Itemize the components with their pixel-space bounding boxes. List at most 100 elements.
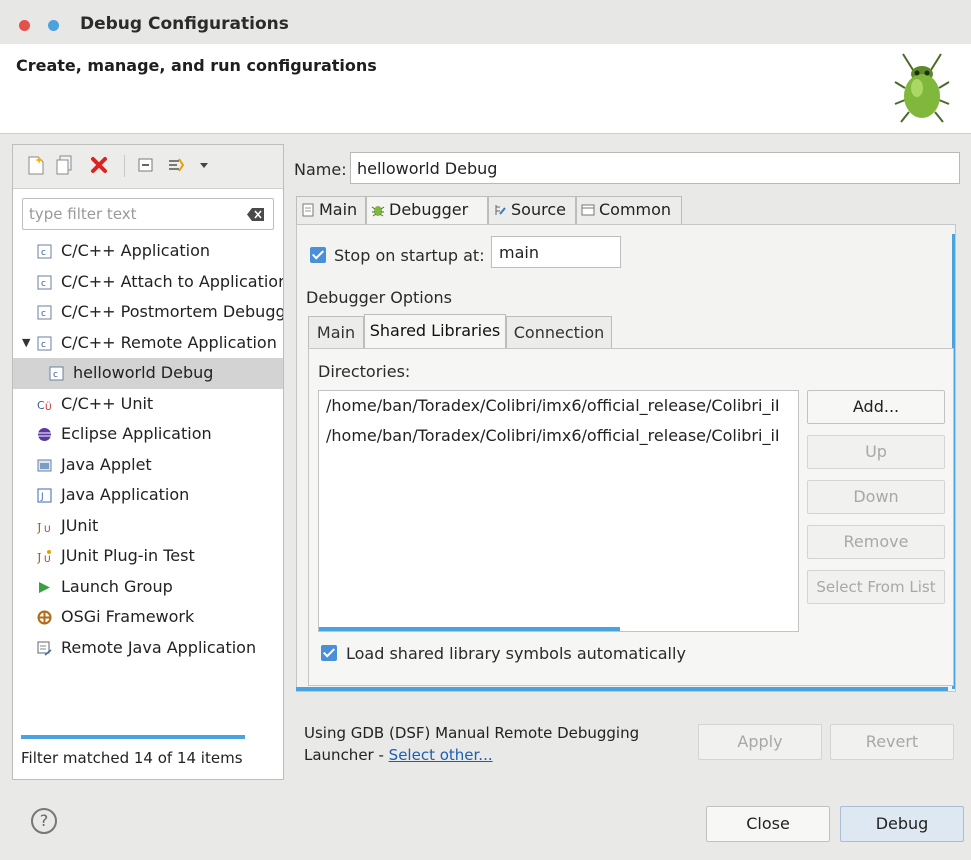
svg-text:C: C <box>37 399 45 412</box>
directories-hscrollbar[interactable] <box>319 627 620 631</box>
close-window-button[interactable] <box>19 20 30 31</box>
tree-item[interactable]: c C/C++ Attach to Applicatior <box>13 267 283 298</box>
tab-content-hscrollbar[interactable] <box>296 687 948 691</box>
tree-item[interactable]: ▼ c C/C++ Remote Application <box>13 328 283 359</box>
collapse-all-icon[interactable] <box>137 155 155 175</box>
tab-common[interactable]: Common <box>576 196 682 224</box>
tree-item[interactable]: C Ü C/C++ Unit <box>13 389 283 420</box>
select-other-link[interactable]: Select other... <box>389 746 493 764</box>
stop-on-startup-field[interactable] <box>491 236 621 268</box>
config-tree: c C/C++ Application c C/C++ Attach to Appli… <box>13 236 283 663</box>
debugger-tab-icon <box>371 206 385 217</box>
name-field[interactable] <box>350 152 960 184</box>
tab-source[interactable]: Source <box>488 196 576 224</box>
tree-item[interactable]: J U JUnit <box>13 511 283 542</box>
tab-debugger-label: Debugger <box>389 200 469 219</box>
tree-item-label: C/C++ Attach to Applicatior <box>61 271 283 291</box>
load-symbols-checkbox[interactable] <box>321 645 337 661</box>
osgi-icon <box>37 610 52 625</box>
junit-icon: JU <box>37 521 51 534</box>
expand-twisty-icon[interactable]: ▼ <box>22 328 30 358</box>
directories-list[interactable]: /home/ban/Toradex/Colibri/imx6/official_… <box>318 390 799 632</box>
dialog-header: Create, manage, and run configurations <box>0 44 971 134</box>
filter-box <box>22 198 274 230</box>
tree-item[interactable]: OSGi Framework <box>13 602 283 633</box>
eclipse-icon <box>38 428 51 441</box>
down-button[interactable]: Down <box>807 480 945 514</box>
svg-text:c: c <box>53 370 58 380</box>
tree-item[interactable]: c helloworld Debug <box>13 358 283 389</box>
tree-item-label: Eclipse Application <box>61 424 212 443</box>
svg-text:J: J <box>37 551 41 564</box>
junit-plugin-icon: JU <box>37 550 51 564</box>
name-label: Name: <box>294 160 347 179</box>
apply-button[interactable]: Apply <box>698 724 822 760</box>
launcher-info: Using GDB (DSF) Manual Remote Debugging … <box>304 722 639 766</box>
revert-button[interactable]: Revert <box>830 724 954 760</box>
c-app-icon: c <box>37 305 52 320</box>
filter-status: Filter matched 14 of 14 items <box>21 749 243 767</box>
svg-text:c: c <box>41 279 46 289</box>
help-icon[interactable]: ? <box>31 808 57 834</box>
tree-item[interactable]: J Java Application <box>13 480 283 511</box>
svg-text:U: U <box>44 555 51 564</box>
svg-text:c: c <box>41 340 46 350</box>
config-tree-panel: c C/C++ Application c C/C++ Attach to Appli… <box>12 144 284 780</box>
title-bar: Debug Configurations <box>0 0 971 44</box>
subtab-shared-libraries[interactable]: Shared Libraries <box>364 314 506 348</box>
java-app-icon: J <box>37 488 52 503</box>
common-tab-icon <box>581 204 595 216</box>
directory-row[interactable]: /home/ban/Toradex/Colibri/imx6/official_… <box>319 421 798 451</box>
tree-toolbar <box>13 145 283 189</box>
tree-scrollbar[interactable] <box>21 735 245 739</box>
tree-item-label: Java Application <box>61 485 190 504</box>
source-tab-icon <box>495 205 506 215</box>
c-unit-icon: CÜ <box>37 399 52 412</box>
filter-input[interactable] <box>29 204 239 224</box>
directory-row[interactable]: /home/ban/Toradex/Colibri/imx6/official_… <box>319 391 798 421</box>
duplicate-icon[interactable] <box>55 155 73 175</box>
tab-source-label: Source <box>511 200 566 219</box>
select-from-list-button[interactable]: Select From List <box>807 570 945 604</box>
debug-button[interactable]: Debug <box>840 806 964 842</box>
launcher-line: Launcher - Select other... <box>304 744 639 766</box>
tab-main[interactable]: Main <box>296 196 366 224</box>
stop-on-startup-checkbox[interactable] <box>310 247 326 263</box>
close-button[interactable]: Close <box>706 806 830 842</box>
tree-item[interactable]: c C/C++ Application <box>13 236 283 267</box>
subtab-connection[interactable]: Connection <box>506 316 612 348</box>
load-symbols-label: Load shared library symbols automaticall… <box>346 644 686 663</box>
tree-item-label: helloworld Debug <box>73 363 214 382</box>
up-button[interactable]: Up <box>807 435 945 469</box>
tree-item-label: C/C++ Unit <box>61 393 154 413</box>
c-app-icon: c <box>37 275 52 289</box>
clear-filter-icon[interactable] <box>247 207 265 222</box>
java-applet-icon <box>37 459 52 471</box>
tab-debugger[interactable]: Debugger <box>366 196 488 224</box>
tree-item-label: JUnit Plug-in Test <box>61 546 195 565</box>
tree-item[interactable]: Java Applet <box>13 450 283 481</box>
tree-item[interactable]: c C/C++ Postmortem Debugg <box>13 297 283 328</box>
tree-item[interactable]: J U JUnit Plug-in Test <box>13 541 283 572</box>
add-button[interactable]: Add... <box>807 390 945 424</box>
svg-text:c: c <box>41 309 46 319</box>
tree-item-label: C/C++ Application <box>61 241 211 260</box>
delete-icon[interactable] <box>90 155 108 175</box>
minimize-window-button[interactable] <box>48 20 59 31</box>
window-title: Debug Configurations <box>80 14 289 34</box>
filter-icon[interactable] <box>167 155 185 175</box>
tree-item[interactable]: Launch Group <box>13 572 283 603</box>
dropdown-icon[interactable] <box>199 155 209 175</box>
remove-button[interactable]: Remove <box>807 525 945 559</box>
subtab-main[interactable]: Main <box>308 316 364 348</box>
tree-item[interactable]: Remote Java Application <box>13 633 283 664</box>
launch-group-icon <box>39 581 50 593</box>
tab-common-label: Common <box>599 200 672 219</box>
new-config-icon[interactable] <box>27 155 45 175</box>
directories-label: Directories: <box>318 362 411 381</box>
c-app-icon: c <box>37 336 52 350</box>
tree-item-label: C/C++ Postmortem Debugg <box>61 302 283 321</box>
remote-java-icon <box>37 641 52 656</box>
svg-text:U: U <box>44 525 51 534</box>
tree-item[interactable]: Eclipse Application <box>13 419 283 450</box>
